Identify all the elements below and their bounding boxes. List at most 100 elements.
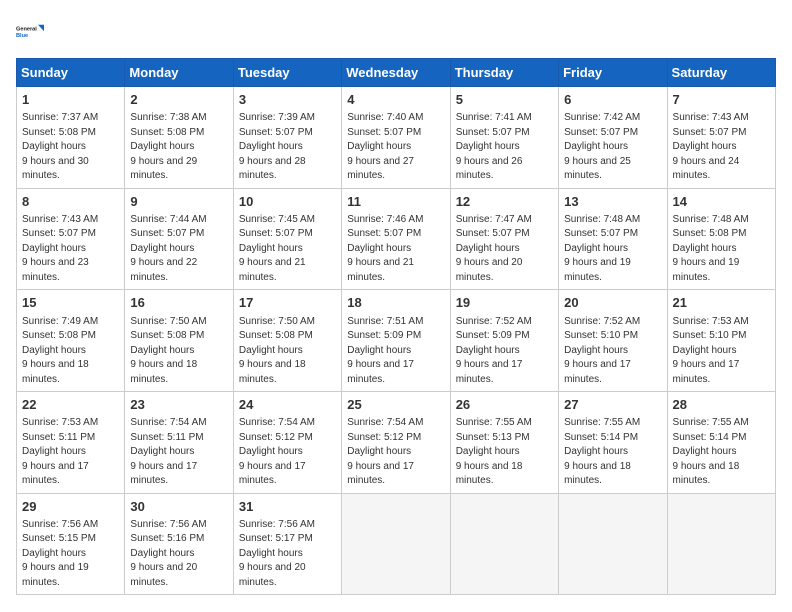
day-info: Sunrise: 7:55 AMSunset: 5:14 PMDaylight … <box>564 416 661 489</box>
day-info: Sunrise: 7:44 AMSunset: 5:07 PMDaylight … <box>130 213 227 286</box>
page-header: GeneralBlue <box>16 16 776 48</box>
day-info: Sunrise: 7:56 AMSunset: 5:17 PMDaylight … <box>239 518 336 591</box>
day-cell-24: 24 Sunrise: 7:54 AMSunset: 5:12 PMDayligh… <box>233 392 341 494</box>
day-info: Sunrise: 7:43 AMSunset: 5:07 PMDaylight … <box>22 213 119 286</box>
day-number: 14 <box>673 193 770 211</box>
day-number: 13 <box>564 193 661 211</box>
day-cell-1: 1Sunrise: 7:37 AMSunset: 5:08 PMDaylight… <box>17 87 125 189</box>
day-info: Sunrise: 7:50 AMSunset: 5:08 PMDaylight … <box>130 315 227 388</box>
day-info: Sunrise: 7:48 AMSunset: 5:08 PMDaylight … <box>673 213 770 286</box>
day-cell-15: 15 Sunrise: 7:49 AMSunset: 5:08 PMDayligh… <box>17 290 125 392</box>
day-info: Sunrise: 7:40 AMSunset: 5:07 PMDaylight … <box>347 111 444 184</box>
day-cell-20: 20Sunrise: 7:52 AMSunset: 5:10 PMDayligh… <box>559 290 667 392</box>
day-info: Sunrise: 7:53 AMSunset: 5:11 PMDaylight … <box>22 416 119 489</box>
day-cell-11: 11 Sunrise: 7:46 AMSunset: 5:07 PMDayligh… <box>342 188 450 290</box>
day-cell-18: 18 Sunrise: 7:51 AMSunset: 5:09 PMDayligh… <box>342 290 450 392</box>
empty-cell <box>450 493 558 595</box>
day-info: Sunrise: 7:56 AMSunset: 5:16 PMDaylight … <box>130 518 227 591</box>
day-number: 23 <box>130 396 227 414</box>
day-cell-12: 12 Sunrise: 7:47 AMSunset: 5:07 PMDayligh… <box>450 188 558 290</box>
col-header-thursday: Thursday <box>450 59 558 87</box>
empty-cell <box>667 493 775 595</box>
logo-icon: GeneralBlue <box>16 16 48 48</box>
day-cell-17: 17 Sunrise: 7:50 AMSunset: 5:08 PMDayligh… <box>233 290 341 392</box>
calendar-week-1: 1Sunrise: 7:37 AMSunset: 5:08 PMDaylight… <box>17 87 776 189</box>
day-info: Sunrise: 7:54 AMSunset: 5:12 PMDaylight … <box>239 416 336 489</box>
day-info: Sunrise: 7:41 AMSunset: 5:07 PMDaylight … <box>456 111 553 184</box>
col-header-monday: Monday <box>125 59 233 87</box>
day-info: Sunrise: 7:54 AMSunset: 5:12 PMDaylight … <box>347 416 444 489</box>
day-cell-2: 2 Sunrise: 7:38 AMSunset: 5:08 PMDaylight… <box>125 87 233 189</box>
day-number: 2 <box>130 91 227 109</box>
day-cell-22: 22Sunrise: 7:53 AMSunset: 5:11 PMDayligh… <box>17 392 125 494</box>
col-header-friday: Friday <box>559 59 667 87</box>
col-header-wednesday: Wednesday <box>342 59 450 87</box>
calendar-table: SundayMondayTuesdayWednesdayThursdayFrid… <box>16 58 776 595</box>
day-number: 24 <box>239 396 336 414</box>
svg-text:Blue: Blue <box>16 33 28 39</box>
day-number: 3 <box>239 91 336 109</box>
day-cell-9: 9 Sunrise: 7:44 AMSunset: 5:07 PMDaylight… <box>125 188 233 290</box>
day-info: Sunrise: 7:47 AMSunset: 5:07 PMDaylight … <box>456 213 553 286</box>
day-info: Sunrise: 7:53 AMSunset: 5:10 PMDaylight … <box>673 315 770 388</box>
day-cell-4: 4Sunrise: 7:40 AMSunset: 5:07 PMDaylight… <box>342 87 450 189</box>
day-cell-6: 6 Sunrise: 7:42 AMSunset: 5:07 PMDaylight… <box>559 87 667 189</box>
day-number: 15 <box>22 294 119 312</box>
day-number: 18 <box>347 294 444 312</box>
day-info: Sunrise: 7:50 AMSunset: 5:08 PMDaylight … <box>239 315 336 388</box>
day-cell-14: 14 Sunrise: 7:48 AMSunset: 5:08 PMDayligh… <box>667 188 775 290</box>
day-cell-8: 8 Sunrise: 7:43 AMSunset: 5:07 PMDaylight… <box>17 188 125 290</box>
day-info: Sunrise: 7:55 AMSunset: 5:14 PMDaylight … <box>673 416 770 489</box>
calendar-week-2: 8 Sunrise: 7:43 AMSunset: 5:07 PMDaylight… <box>17 188 776 290</box>
day-cell-7: 7 Sunrise: 7:43 AMSunset: 5:07 PMDaylight… <box>667 87 775 189</box>
day-number: 21 <box>673 294 770 312</box>
day-cell-27: 27 Sunrise: 7:55 AMSunset: 5:14 PMDayligh… <box>559 392 667 494</box>
day-number: 5 <box>456 91 553 109</box>
day-info: Sunrise: 7:43 AMSunset: 5:07 PMDaylight … <box>673 111 770 184</box>
day-info: Sunrise: 7:55 AMSunset: 5:13 PMDaylight … <box>456 416 553 489</box>
day-info: Sunrise: 7:51 AMSunset: 5:09 PMDaylight … <box>347 315 444 388</box>
day-info: Sunrise: 7:39 AMSunset: 5:07 PMDaylight … <box>239 111 336 184</box>
day-info: Sunrise: 7:46 AMSunset: 5:07 PMDaylight … <box>347 213 444 286</box>
calendar-header-row: SundayMondayTuesdayWednesdayThursdayFrid… <box>17 59 776 87</box>
calendar-week-5: 29 Sunrise: 7:56 AMSunset: 5:15 PMDayligh… <box>17 493 776 595</box>
day-cell-31: 31Sunrise: 7:56 AMSunset: 5:17 PMDayligh… <box>233 493 341 595</box>
col-header-tuesday: Tuesday <box>233 59 341 87</box>
logo: GeneralBlue <box>16 16 48 48</box>
day-info: Sunrise: 7:52 AMSunset: 5:10 PMDaylight … <box>564 315 661 388</box>
day-number: 9 <box>130 193 227 211</box>
day-number: 12 <box>456 193 553 211</box>
day-cell-21: 21 Sunrise: 7:53 AMSunset: 5:10 PMDayligh… <box>667 290 775 392</box>
day-number: 25 <box>347 396 444 414</box>
day-info: Sunrise: 7:56 AMSunset: 5:15 PMDaylight … <box>22 518 119 591</box>
day-cell-5: 5 Sunrise: 7:41 AMSunset: 5:07 PMDaylight… <box>450 87 558 189</box>
day-cell-25: 25 Sunrise: 7:54 AMSunset: 5:12 PMDayligh… <box>342 392 450 494</box>
day-cell-16: 16Sunrise: 7:50 AMSunset: 5:08 PMDayligh… <box>125 290 233 392</box>
empty-cell <box>342 493 450 595</box>
day-cell-29: 29 Sunrise: 7:56 AMSunset: 5:15 PMDayligh… <box>17 493 125 595</box>
day-number: 27 <box>564 396 661 414</box>
day-number: 30 <box>130 498 227 516</box>
day-info: Sunrise: 7:54 AMSunset: 5:11 PMDaylight … <box>130 416 227 489</box>
day-info: Sunrise: 7:52 AMSunset: 5:09 PMDaylight … <box>456 315 553 388</box>
col-header-sunday: Sunday <box>17 59 125 87</box>
day-number: 7 <box>673 91 770 109</box>
day-cell-26: 26Sunrise: 7:55 AMSunset: 5:13 PMDayligh… <box>450 392 558 494</box>
day-cell-3: 3 Sunrise: 7:39 AMSunset: 5:07 PMDaylight… <box>233 87 341 189</box>
day-number: 19 <box>456 294 553 312</box>
svg-text:General: General <box>16 26 37 32</box>
day-number: 11 <box>347 193 444 211</box>
col-header-saturday: Saturday <box>667 59 775 87</box>
day-cell-30: 30 Sunrise: 7:56 AMSunset: 5:16 PMDayligh… <box>125 493 233 595</box>
day-info: Sunrise: 7:38 AMSunset: 5:08 PMDaylight … <box>130 111 227 184</box>
calendar-week-3: 15 Sunrise: 7:49 AMSunset: 5:08 PMDayligh… <box>17 290 776 392</box>
day-cell-19: 19 Sunrise: 7:52 AMSunset: 5:09 PMDayligh… <box>450 290 558 392</box>
day-number: 17 <box>239 294 336 312</box>
day-number: 6 <box>564 91 661 109</box>
empty-cell <box>559 493 667 595</box>
day-info: Sunrise: 7:37 AMSunset: 5:08 PMDaylight … <box>22 111 119 184</box>
day-number: 29 <box>22 498 119 516</box>
day-info: Sunrise: 7:42 AMSunset: 5:07 PMDaylight … <box>564 111 661 184</box>
day-number: 8 <box>22 193 119 211</box>
day-info: Sunrise: 7:49 AMSunset: 5:08 PMDaylight … <box>22 315 119 388</box>
